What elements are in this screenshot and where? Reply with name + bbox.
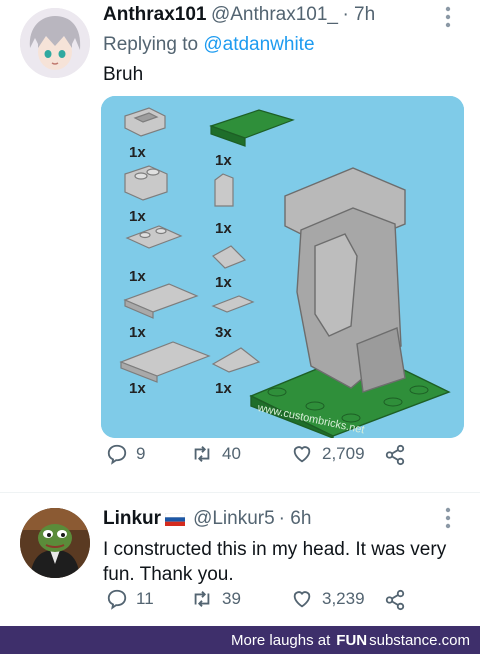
part-quantity: 1x	[129, 380, 146, 397]
reply-button[interactable]: 11	[106, 588, 154, 610]
like-icon	[293, 591, 311, 608]
part-quantity: 1x	[129, 324, 146, 341]
author-handle[interactable]: @Linkur5	[193, 508, 275, 530]
avatar[interactable]	[20, 8, 90, 78]
author-name[interactable]: Anthrax101	[103, 4, 207, 25]
reply-icon	[107, 589, 127, 610]
share-button[interactable]	[384, 444, 406, 471]
retweet-count: 39	[222, 589, 241, 608]
reply-count: 11	[136, 589, 154, 608]
tweet-header: Linkur @Linkur5 · 6h	[103, 508, 311, 530]
part-quantity: 1x	[215, 380, 232, 397]
retweet-button[interactable]: 39	[190, 588, 241, 610]
tweet-1: Anthrax101 @Anthrax101_ · 7h Replying to…	[0, 0, 480, 492]
tweet-2: Linkur @Linkur5 · 6h I constructed this …	[0, 493, 480, 626]
retweet-icon	[194, 446, 210, 462]
tweet-text: Bruh	[103, 64, 144, 85]
banner-prefix: More laughs at	[231, 631, 331, 649]
banner-brand-bold: FUN	[336, 631, 368, 649]
watermark-banner[interactable]: More laughs at FUN substance.com	[0, 626, 480, 654]
part-quantity: 1x	[215, 152, 232, 169]
part-quantity: 3x	[215, 324, 232, 341]
retweet-button[interactable]: 40	[190, 443, 241, 465]
like-icon	[293, 446, 311, 463]
flag-icon	[165, 512, 186, 526]
retweet-count: 40	[222, 444, 241, 463]
part-quantity: 1x	[215, 220, 232, 237]
banner-brand-rest: substance.com	[369, 631, 470, 649]
part-quantity: 1x	[129, 144, 146, 161]
share-icon	[385, 444, 405, 466]
retweet-icon	[194, 591, 210, 607]
part-quantity: 1x	[129, 208, 146, 225]
author-handle[interactable]: @Anthrax101_	[211, 4, 338, 25]
more-icon[interactable]	[444, 507, 452, 533]
replying-to-label: Replying to	[103, 34, 199, 55]
avatar[interactable]	[20, 508, 90, 578]
reply-button[interactable]: 9	[106, 443, 145, 465]
part-quantity: 1x	[215, 274, 232, 291]
reply-icon	[107, 444, 127, 465]
more-icon[interactable]	[444, 6, 452, 32]
reply-context: Replying to @atdanwhite	[103, 34, 315, 56]
timestamp[interactable]: · 6h	[279, 508, 312, 530]
part-quantity: 1x	[129, 268, 146, 285]
timestamp[interactable]: · 7h	[342, 4, 375, 25]
reply-count: 9	[136, 444, 146, 463]
tweet-image[interactable]: 1x 1x 1x 1x 1x 1x 1x 1x 1x 1x 3x 1x www.…	[101, 96, 464, 438]
tweet-header: Anthrax101 @Anthrax101_ · 7h	[103, 4, 375, 26]
tweet-text: I constructed this in my head. It was ve…	[103, 539, 447, 585]
like-count: 2,709	[322, 444, 365, 463]
share-icon	[385, 589, 405, 611]
like-button[interactable]: 2,709	[290, 443, 365, 465]
author-name[interactable]: Linkur	[103, 508, 161, 530]
like-button[interactable]: 3,239	[290, 588, 365, 610]
share-button[interactable]	[384, 589, 406, 616]
like-count: 3,239	[322, 589, 365, 608]
reply-to-handle[interactable]: @atdanwhite	[203, 34, 314, 55]
